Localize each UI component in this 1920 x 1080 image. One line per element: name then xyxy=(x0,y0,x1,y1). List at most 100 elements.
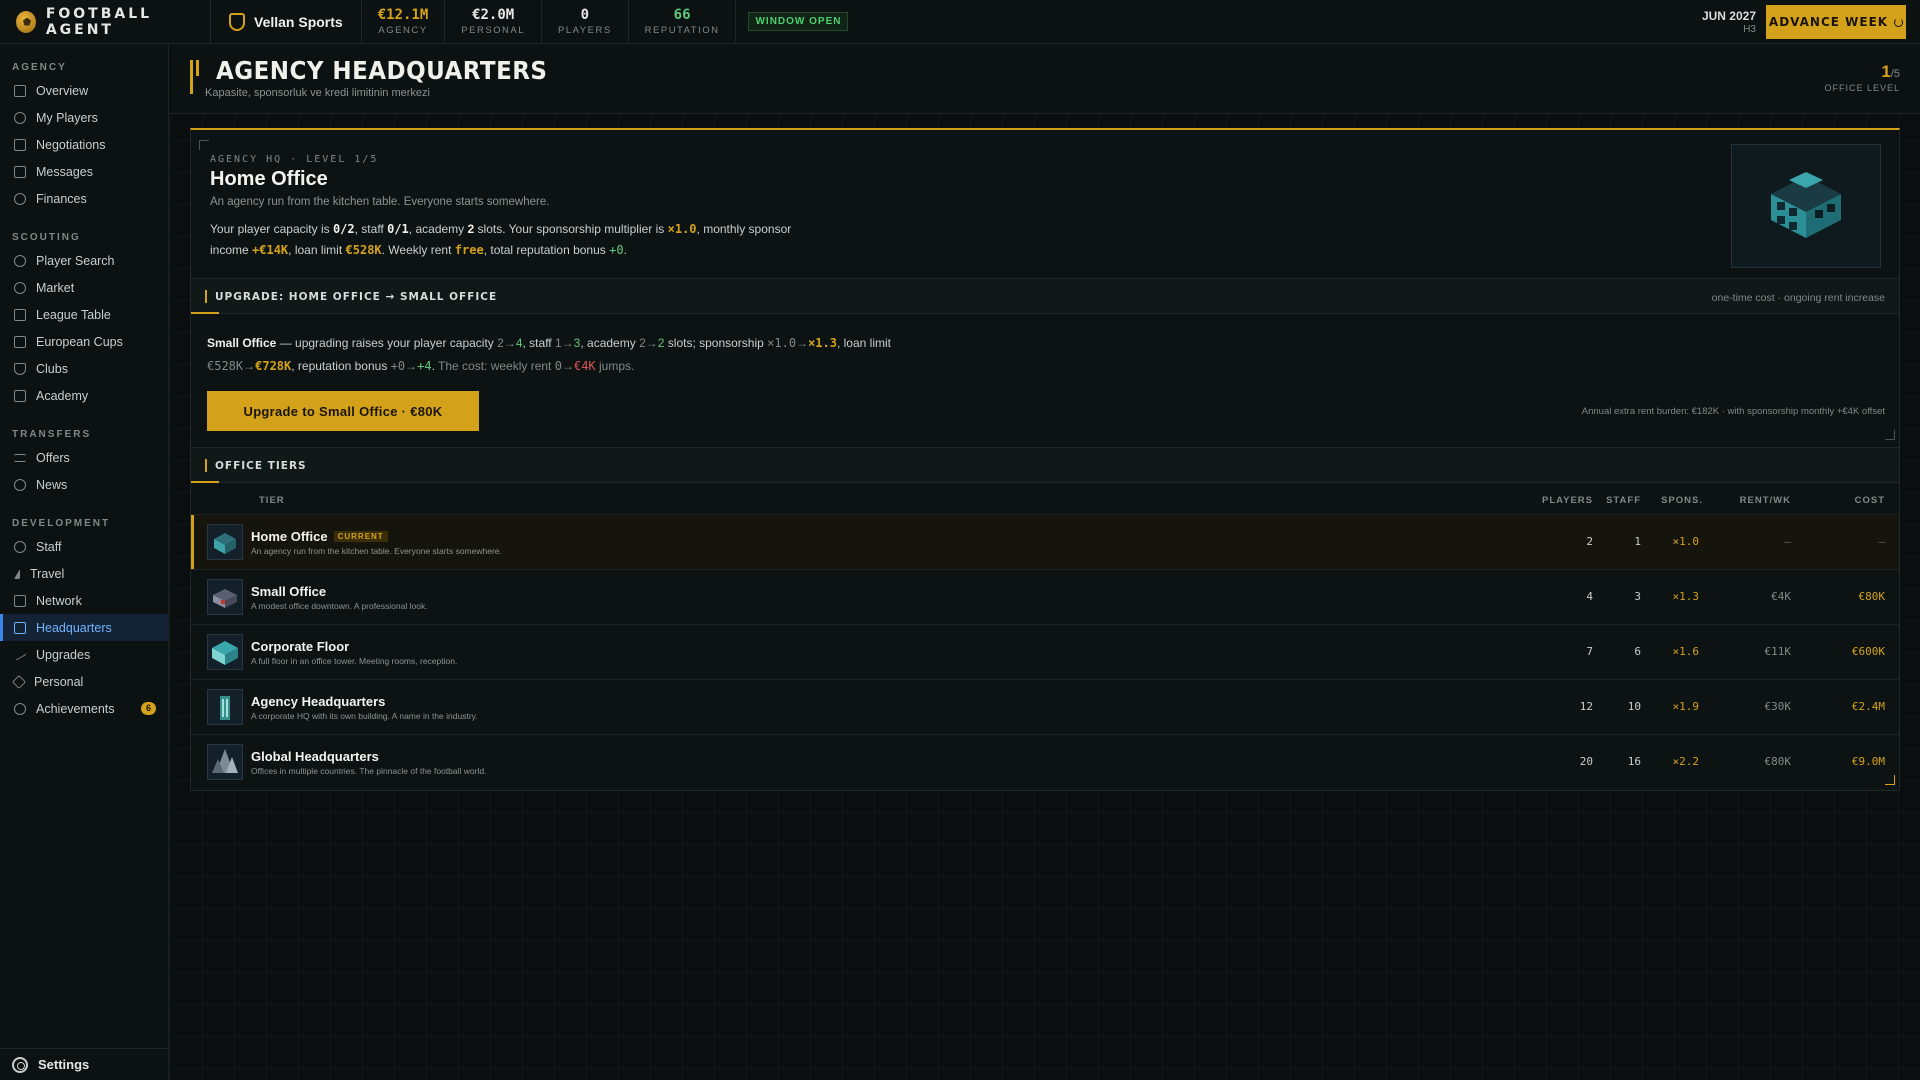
sidebar-item-clubs[interactable]: Clubs xyxy=(0,355,168,382)
stat-value: €12.1M xyxy=(377,7,429,23)
col-tier: TIER xyxy=(259,495,285,506)
globe-icon xyxy=(14,478,26,491)
col-rent: RENT/WK xyxy=(1739,495,1791,506)
sidebar-item-personal[interactable]: Personal xyxy=(0,668,168,695)
sidebar-section-title: SCOUTING xyxy=(12,232,81,243)
home-office-icon xyxy=(207,524,243,560)
sidebar-section-title: DEVELOPMENT xyxy=(12,518,111,529)
upgrade-section-header: UPGRADE: HOME OFFICE → SMALL OFFICE one-… xyxy=(191,278,1899,314)
tier-cost: — xyxy=(1878,535,1885,548)
sidebar-item-upgrades[interactable]: Upgrades xyxy=(0,641,168,668)
tier-cost: €2.4M xyxy=(1851,700,1885,713)
sidebar: AGENCY Overview My Players Negotiations … xyxy=(0,44,169,1080)
sidebar-item-staff[interactable]: Staff xyxy=(0,533,168,560)
sidebar-item-negotiations[interactable]: Negotiations xyxy=(0,131,168,158)
sidebar-item-achievements[interactable]: Achievements 6 xyxy=(0,695,168,722)
tier-rent: €30K xyxy=(1764,700,1792,713)
hq-name: Home Office xyxy=(210,168,328,190)
shield-icon xyxy=(229,12,245,31)
sidebar-item-label: League Table xyxy=(36,307,111,322)
upgrade-description: Small Office — upgrading raises your pla… xyxy=(207,336,891,373)
sidebar-item-messages[interactable]: Messages xyxy=(0,158,168,185)
agency-switcher[interactable]: Vellan Sports xyxy=(211,0,361,44)
col-spons: SPONS. xyxy=(1661,495,1703,506)
tier-name: Small Office xyxy=(251,584,327,599)
brand-name: FOOTBALL AGENT xyxy=(45,5,153,38)
sidebar-section-title: AGENCY xyxy=(12,62,67,73)
sidebar-item-market[interactable]: Market xyxy=(0,274,168,301)
tier-name: Corporate Floor xyxy=(251,639,350,654)
table-row[interactable]: Small Office A modest office downtown. A… xyxy=(191,569,1899,624)
sidebar-item-my-players[interactable]: My Players xyxy=(0,104,168,131)
settings-button[interactable]: Settings xyxy=(0,1048,169,1080)
spinner-icon xyxy=(1894,17,1904,27)
page-title: AGENCY HEADQUARTERS xyxy=(216,56,548,85)
tier-sponsorship: ×1.0 xyxy=(1672,535,1700,548)
sidebar-item-academy[interactable]: Academy xyxy=(0,382,168,409)
table-row[interactable]: Agency Headquarters A corporate HQ with … xyxy=(191,679,1899,734)
stat-reputation: 66 REPUTATION xyxy=(629,0,737,44)
search-icon xyxy=(14,254,26,267)
agency-headquarters-icon xyxy=(207,689,243,725)
tier-name: Agency Headquarters xyxy=(251,694,386,709)
tier-cost: €600K xyxy=(1851,645,1885,658)
transfer-window-badge: WINDOW OPEN xyxy=(748,12,849,31)
sidebar-item-travel[interactable]: Travel xyxy=(0,560,168,587)
table-row[interactable]: Global Headquarters Offices in multiple … xyxy=(191,734,1899,789)
gear-icon xyxy=(12,1056,28,1073)
tier-rent: €11K xyxy=(1764,645,1792,658)
sidebar-item-headquarters[interactable]: Headquarters xyxy=(0,614,168,641)
sidebar-item-offers[interactable]: Offers xyxy=(0,444,168,471)
user-icon xyxy=(14,111,26,124)
home-office-image xyxy=(1731,144,1881,268)
sidebar-item-label: Clubs xyxy=(36,361,68,376)
sidebar-item-news[interactable]: News xyxy=(0,471,168,498)
tier-sponsorship: ×2.2 xyxy=(1672,755,1700,768)
sidebar-item-label: Finances xyxy=(36,191,87,206)
diamond-icon xyxy=(11,674,27,689)
sidebar-item-label: European Cups xyxy=(36,334,123,349)
col-cost: COST xyxy=(1854,495,1885,506)
upgrade-rent-note: Annual extra rent burden: €182K · with s… xyxy=(1581,406,1885,417)
sidebar-item-label: Academy xyxy=(36,388,89,403)
date-half: H3 xyxy=(1743,24,1756,35)
sidebar-item-overview[interactable]: Overview xyxy=(0,77,168,104)
sidebar-item-finances[interactable]: Finances xyxy=(0,185,168,212)
settings-label: Settings xyxy=(38,1057,90,1072)
tier-rent: — xyxy=(1784,535,1791,548)
tier-name: Home Office xyxy=(251,529,328,544)
home-office-building-icon xyxy=(1771,172,1841,238)
corporate-floor-icon xyxy=(207,634,243,670)
global-headquarters-icon xyxy=(207,744,243,780)
sidebar-item-label: Staff xyxy=(36,539,62,554)
stat-label: PLAYERS xyxy=(558,25,612,36)
sidebar-item-label: Negotiations xyxy=(36,137,106,152)
sidebar-item-european-cups[interactable]: European Cups xyxy=(0,328,168,355)
tier-staff: 10 xyxy=(1627,700,1641,713)
current-tier-badge: CURRENT xyxy=(333,531,388,542)
send-icon xyxy=(14,568,20,579)
sidebar-item-network[interactable]: Network xyxy=(0,587,168,614)
sidebar-item-label: Overview xyxy=(36,83,89,98)
sidebar-item-league-table[interactable]: League Table xyxy=(0,301,168,328)
main-content: AGENCY HEADQUARTERS Kapasite, sponsorluk… xyxy=(170,44,1920,1080)
sidebar-item-label: My Players xyxy=(36,110,98,125)
tier-cost: €9.0M xyxy=(1851,755,1885,768)
sidebar-item-player-search[interactable]: Player Search xyxy=(0,247,168,274)
tier-staff: 6 xyxy=(1634,645,1641,658)
tier-players: 12 xyxy=(1579,700,1593,713)
col-staff: STAFF xyxy=(1606,495,1641,506)
table-row[interactable]: Corporate Floor A full floor in an offic… xyxy=(191,624,1899,679)
upgrade-section-note: one-time cost · ongoing rent increase xyxy=(1711,292,1885,304)
tier-rent: €4K xyxy=(1771,590,1791,603)
stat-label: PERSONAL xyxy=(461,25,526,36)
grid-icon xyxy=(14,84,26,97)
advance-week-button[interactable]: ADVANCE WEEK xyxy=(1766,5,1906,39)
tier-description: A corporate HQ with its own building. A … xyxy=(251,711,478,721)
upgrade-button[interactable]: Upgrade to Small Office · €80K xyxy=(207,391,479,431)
sidebar-item-label: Travel xyxy=(30,566,65,581)
small-office-icon xyxy=(207,579,243,615)
table-row[interactable]: Home Office CURRENT An agency run from th… xyxy=(191,514,1899,569)
sidebar-item-label: News xyxy=(36,477,68,492)
graduation-cap-icon xyxy=(14,389,26,402)
